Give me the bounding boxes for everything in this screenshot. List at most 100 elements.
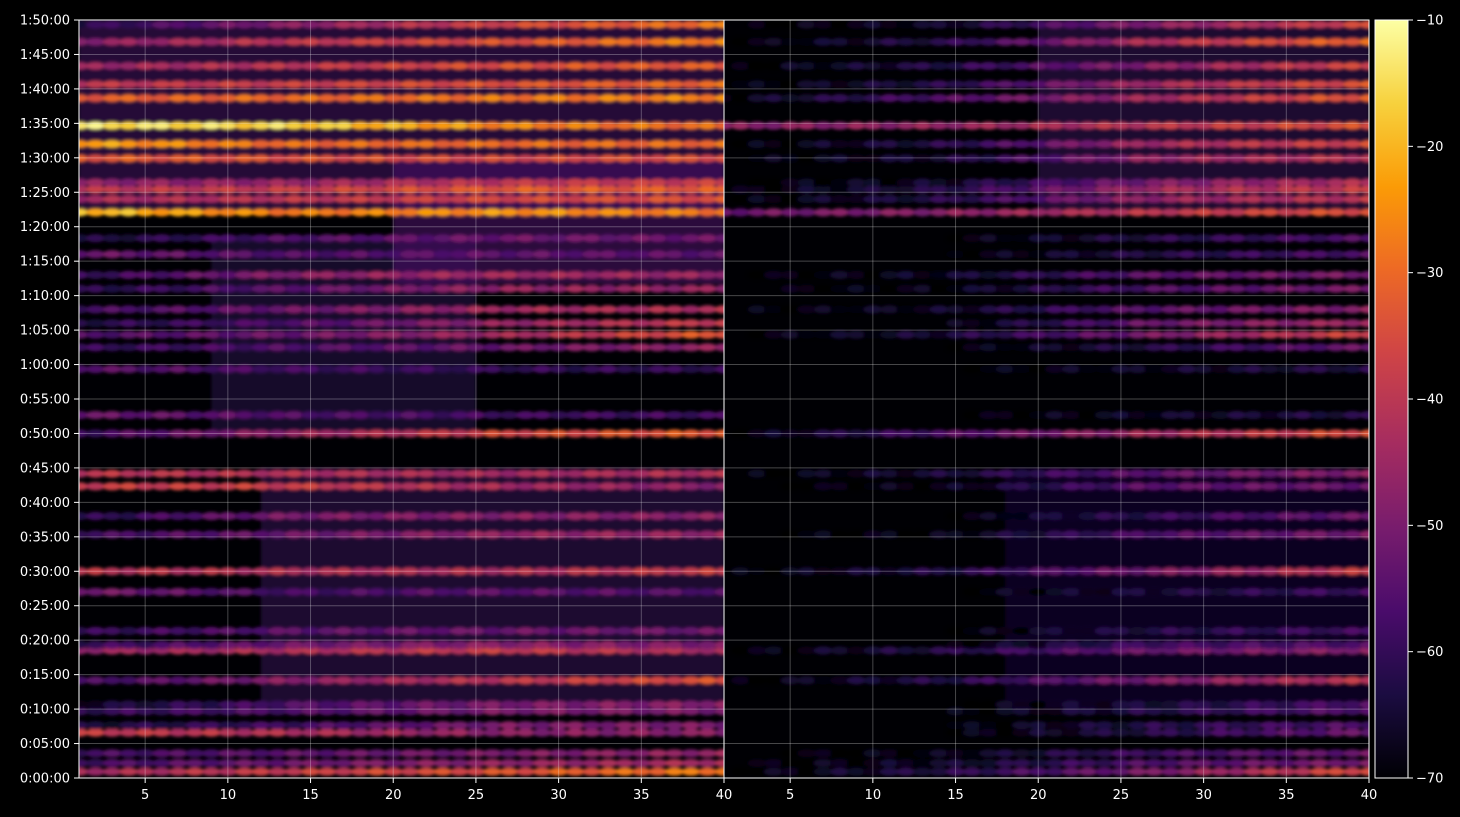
- heatmap-cell: [879, 330, 899, 339]
- heatmap-cell: [995, 20, 1015, 29]
- heatmap-cell: [896, 767, 916, 776]
- heatmap-cell: [1227, 270, 1247, 280]
- heatmap-cell: [1342, 270, 1362, 280]
- heatmap-cell: [1293, 721, 1313, 730]
- heatmap-cell: [731, 676, 751, 685]
- heatmap-cell: [532, 270, 552, 280]
- heatmap-cell: [1342, 749, 1362, 758]
- heatmap-cell: [284, 20, 304, 29]
- heatmap-cell: [681, 178, 701, 187]
- heatmap-cell: [284, 61, 304, 71]
- heatmap-cell: [86, 721, 106, 730]
- heatmap-cell: [995, 178, 1015, 187]
- heatmap-cell: [664, 154, 684, 163]
- heatmap-cell: [598, 20, 618, 29]
- heatmap-cell: [234, 365, 254, 374]
- heatmap-cell: [681, 319, 701, 328]
- y-tick-label: 0:05:00: [20, 737, 70, 752]
- x-tick-label: 15: [947, 788, 964, 803]
- heatmap-cell: [185, 284, 205, 293]
- heatmap-cell: [995, 250, 1015, 259]
- heatmap-cell: [1061, 195, 1081, 204]
- heatmap-cell: [152, 343, 172, 352]
- heatmap-cell: [598, 61, 618, 71]
- heatmap-cell: [317, 721, 337, 730]
- heatmap-cell: [565, 482, 585, 491]
- heatmap-cell: [532, 530, 552, 539]
- heatmap-cell: [1309, 587, 1329, 597]
- heatmap-cell: [912, 676, 932, 685]
- heatmap-cell: [1094, 195, 1114, 204]
- heatmap-cell: [962, 195, 982, 204]
- heatmap-figure: 0:00:000:05:000:10:000:15:000:20:000:25:…: [20, 14, 1444, 804]
- heatmap-cell: [251, 626, 271, 636]
- heatmap-cell: [1210, 365, 1230, 374]
- heatmap-cell: [102, 234, 122, 243]
- heatmap-cell: [119, 195, 139, 204]
- heatmap-cell: [582, 749, 602, 758]
- heatmap-cell: [681, 61, 701, 71]
- heatmap-cell: [598, 154, 618, 163]
- heatmap-cell: [350, 482, 370, 491]
- heatmap-cell: [168, 365, 188, 374]
- heatmap-cell: [350, 530, 370, 539]
- heatmap-cell: [1243, 700, 1263, 709]
- heatmap-cell: [400, 749, 420, 758]
- heatmap-cell: [697, 178, 717, 187]
- heatmap-cell: [499, 234, 519, 243]
- heatmap-cell: [416, 208, 436, 217]
- heatmap-cell: [1309, 721, 1329, 730]
- heatmap-cell: [664, 305, 684, 314]
- heatmap-cell: [830, 178, 850, 187]
- heatmap-cell: [1061, 154, 1081, 163]
- heatmap-cell: [1260, 343, 1280, 352]
- heatmap-cell: [1127, 530, 1147, 539]
- heatmap-cell: [516, 93, 536, 103]
- heatmap-cell: [350, 37, 370, 46]
- heatmap-cell: [433, 80, 453, 89]
- heatmap-cell: [747, 154, 767, 163]
- heatmap-cell: [797, 758, 817, 768]
- heatmap-cell: [565, 250, 585, 259]
- heatmap-cell: [995, 512, 1015, 521]
- heatmap-cell: [499, 80, 519, 89]
- heatmap-cell: [1260, 270, 1280, 280]
- heatmap-cell: [1045, 284, 1065, 293]
- heatmap-cell: [1243, 121, 1263, 130]
- heatmap-cell: [846, 330, 866, 339]
- x-tick-label: 35: [633, 788, 650, 803]
- heatmap-cell: [367, 284, 387, 293]
- heatmap-cell: [334, 284, 354, 293]
- heatmap-cell: [648, 61, 668, 71]
- heatmap-cell: [1094, 365, 1114, 374]
- heatmap-cell: [615, 530, 635, 539]
- heatmap-cell: [648, 728, 668, 737]
- heatmap-cell: [416, 767, 436, 776]
- heatmap-cell: [582, 587, 602, 597]
- heatmap-cell: [267, 284, 287, 293]
- heatmap-cell: [615, 178, 635, 187]
- heatmap-cell: [1326, 80, 1346, 89]
- heatmap-cell: [1293, 343, 1313, 352]
- heatmap-cell: [317, 305, 337, 314]
- heatmap-cell: [251, 530, 271, 539]
- heatmap-cell: [1243, 80, 1263, 89]
- heatmap-cell: [813, 80, 833, 89]
- heatmap-cell: [234, 758, 254, 768]
- heatmap-cell: [1012, 482, 1032, 491]
- heatmap-cell: [1127, 208, 1147, 217]
- heatmap-cell: [697, 121, 717, 130]
- heatmap-cell: [499, 343, 519, 352]
- heatmap-cell: [1227, 284, 1247, 293]
- heatmap-cell: [1243, 208, 1263, 217]
- heatmap-cell: [449, 305, 469, 314]
- heatmap-cell: [681, 343, 701, 352]
- heatmap-cell: [1243, 93, 1263, 103]
- heatmap-cell: [251, 37, 271, 46]
- heatmap-cell: [813, 20, 833, 29]
- heatmap-cell: [995, 767, 1015, 776]
- heatmap-cell: [1260, 195, 1280, 204]
- heatmap-cell: [516, 195, 536, 204]
- heatmap-cell: [516, 305, 536, 314]
- heatmap-cell: [1094, 758, 1114, 768]
